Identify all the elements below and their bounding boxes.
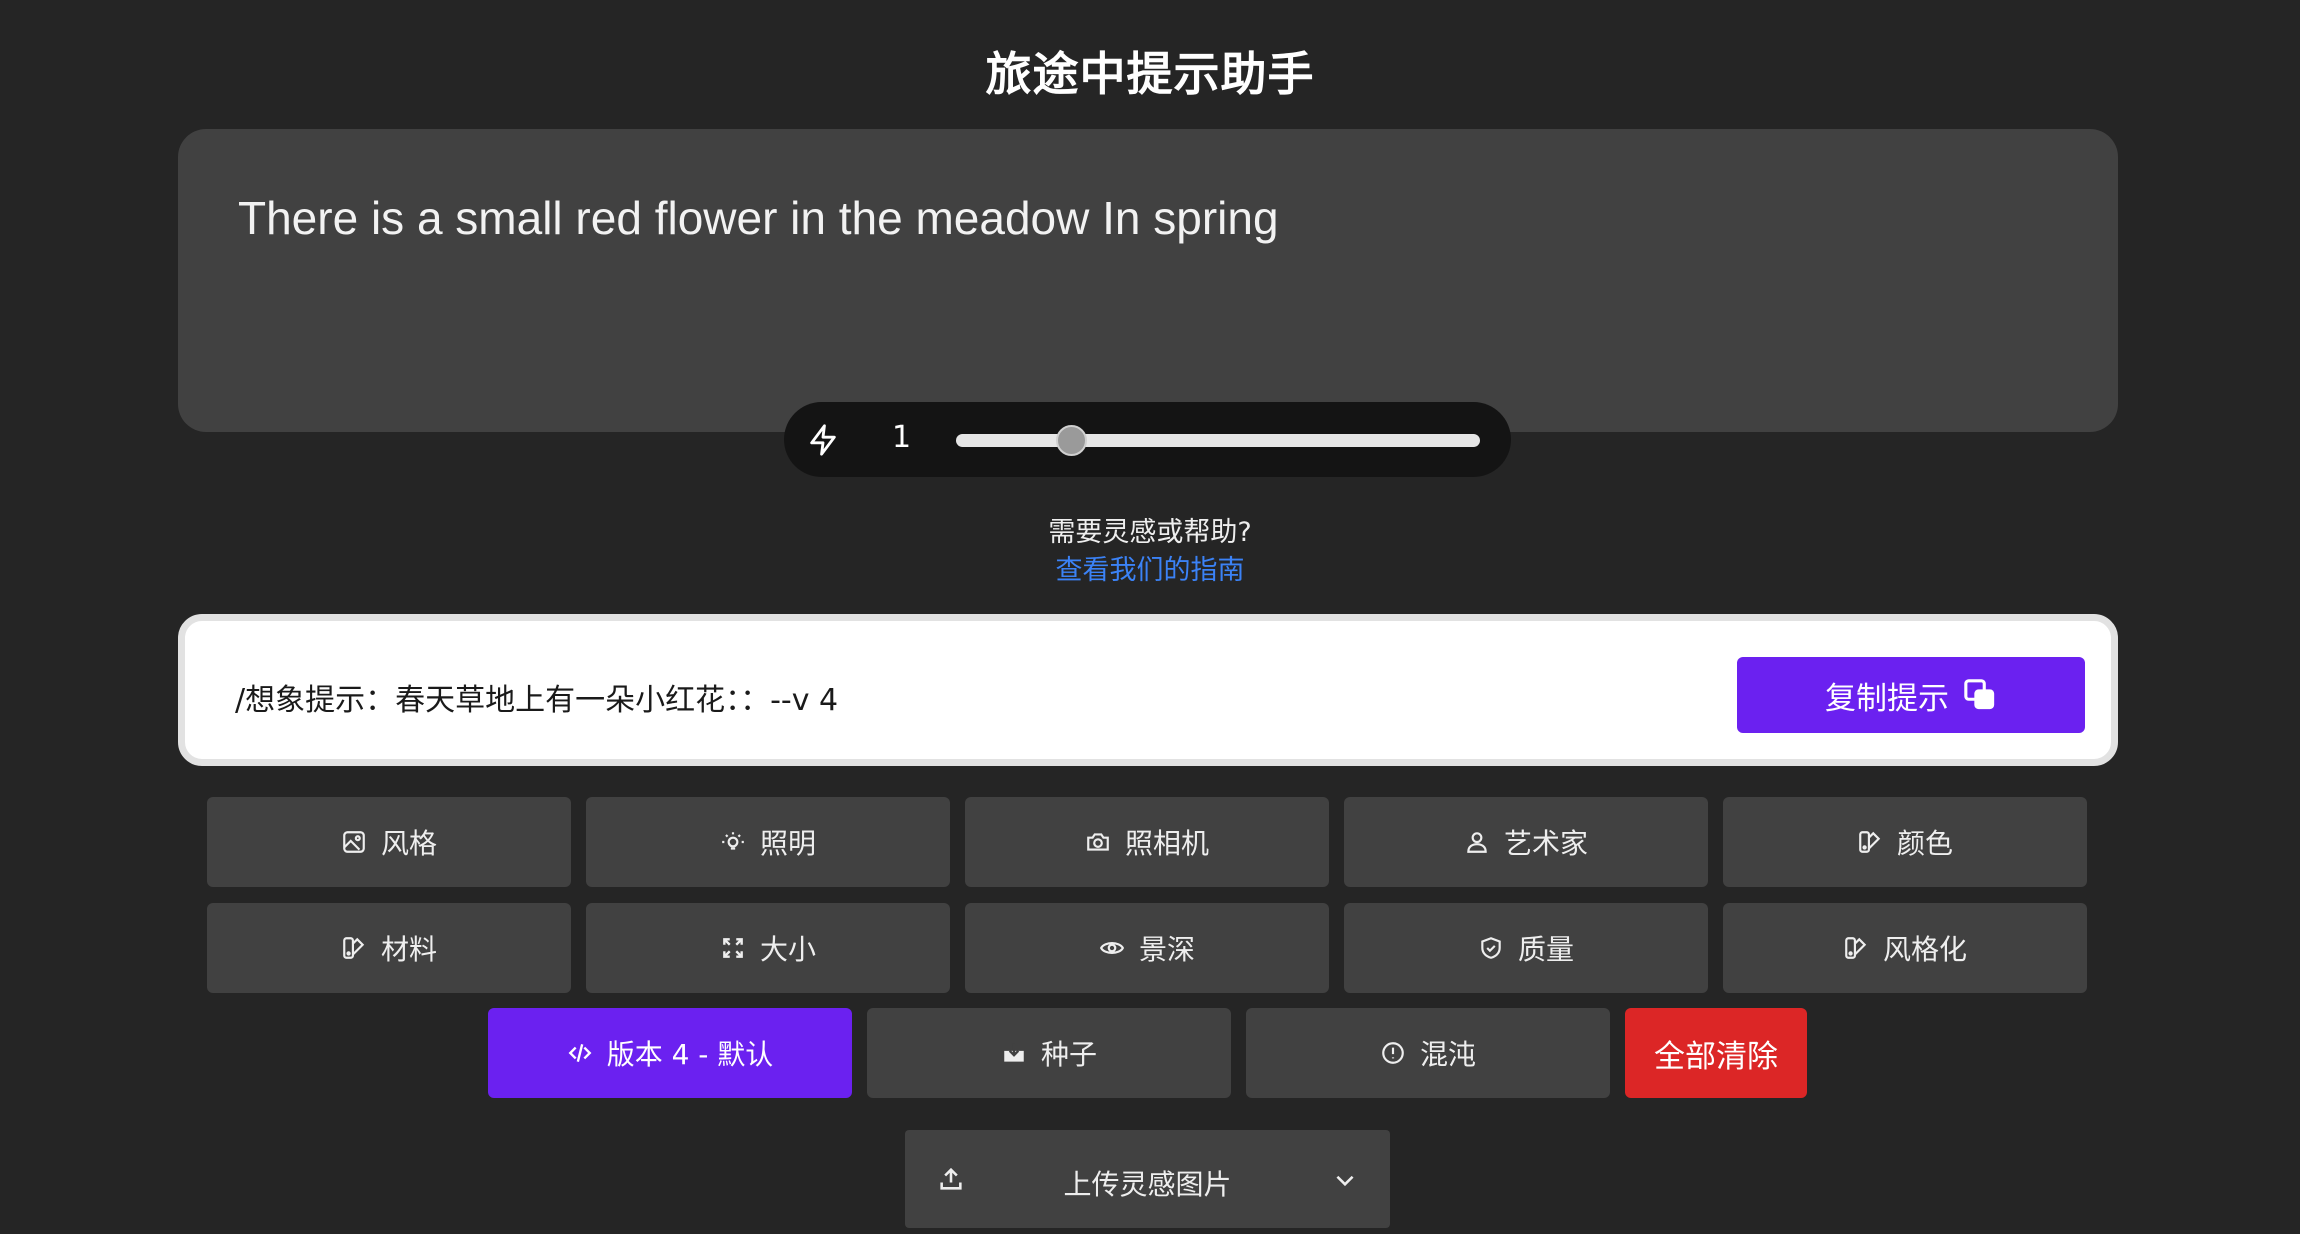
style-label: 风格 (380, 827, 437, 860)
depth-of-field-button[interactable]: 景深 (965, 903, 1329, 993)
upload-label: 上传灵感图片 (1063, 1168, 1232, 1201)
prompt-input[interactable]: There is a small red flower in the meado… (178, 129, 2118, 432)
version-button[interactable]: 版本 4 - 默认 (488, 1008, 852, 1098)
style-button[interactable]: 风格 (207, 797, 571, 887)
shield-check-icon (1481, 937, 1501, 959)
size-label: 大小 (759, 933, 816, 966)
prompt-text[interactable]: There is a small red flower in the meado… (238, 191, 2058, 245)
camera-icon (1087, 833, 1109, 851)
lighting-button[interactable]: 照明 (586, 797, 950, 887)
slider-thumb[interactable] (1056, 425, 1088, 456)
weight-slider[interactable] (956, 425, 1480, 456)
bulb-icon (722, 832, 744, 850)
artist-label: 艺术家 (1503, 827, 1588, 860)
stylize-button[interactable]: 风格化 (1723, 903, 2087, 993)
weight-control: 1 (784, 402, 1511, 477)
seed-label: 种子 (1040, 1038, 1097, 1071)
lighting-label: 照明 (759, 827, 816, 860)
inbox-download-icon (1004, 1043, 1024, 1062)
image-icon (343, 831, 365, 853)
material-button[interactable]: 材料 (207, 903, 571, 993)
eye-icon (1099, 942, 1125, 954)
weight-value: 1 (892, 420, 912, 455)
copy-prompt-label: 复制提示 (1825, 680, 1949, 717)
bolt-icon (810, 424, 836, 456)
copy-icon (1964, 679, 1995, 710)
color-label: 颜色 (1896, 827, 1953, 860)
generated-prompt-box: /想象提示：春天草地上有一朵小红花：：--v 4 复制提示 (178, 614, 2118, 766)
guide-link[interactable]: 查看我们的指南 (0, 548, 2300, 587)
camera-button[interactable]: 照相机 (965, 797, 1329, 887)
generated-prompt-text: /想象提示：春天草地上有一朵小红花：：--v 4 (235, 683, 839, 718)
seed-button[interactable]: 种子 (867, 1008, 1231, 1098)
chaos-button[interactable]: 混沌 (1246, 1008, 1610, 1098)
expand-icon (723, 938, 743, 958)
palette-icon (1859, 831, 1881, 853)
upload-image-button[interactable]: 上传灵感图片 (905, 1130, 1390, 1228)
version-label: 版本 4 - 默认 (606, 1038, 774, 1071)
stylize-label: 风格化 (1882, 933, 1967, 966)
page-title: 旅途中提示助手 (985, 47, 1315, 101)
chaos-label: 混沌 (1419, 1038, 1476, 1071)
camera-label: 照相机 (1124, 827, 1209, 860)
swatch-icon (343, 937, 365, 959)
artist-button[interactable]: 艺术家 (1344, 797, 1708, 887)
copy-prompt-button[interactable]: 复制提示 (1737, 657, 2085, 733)
quality-label: 质量 (1517, 933, 1574, 966)
material-label: 材料 (380, 933, 437, 966)
quality-button[interactable]: 质量 (1344, 903, 1708, 993)
size-button[interactable]: 大小 (586, 903, 950, 993)
code-icon (568, 1044, 592, 1062)
help-question: 需要灵感或帮助? (1048, 517, 1252, 548)
chevron-down-icon[interactable] (1332, 1167, 1358, 1193)
clear-all-button[interactable]: 全部清除 (1625, 1008, 1807, 1098)
alert-circle-icon (1382, 1042, 1404, 1064)
swatch-icon (1845, 937, 1867, 959)
clear-all-label: 全部清除 (1654, 1038, 1778, 1075)
color-button[interactable]: 颜色 (1723, 797, 2087, 887)
depth-of-field-label: 景深 (1138, 933, 1195, 966)
users-icon (1467, 832, 1487, 853)
